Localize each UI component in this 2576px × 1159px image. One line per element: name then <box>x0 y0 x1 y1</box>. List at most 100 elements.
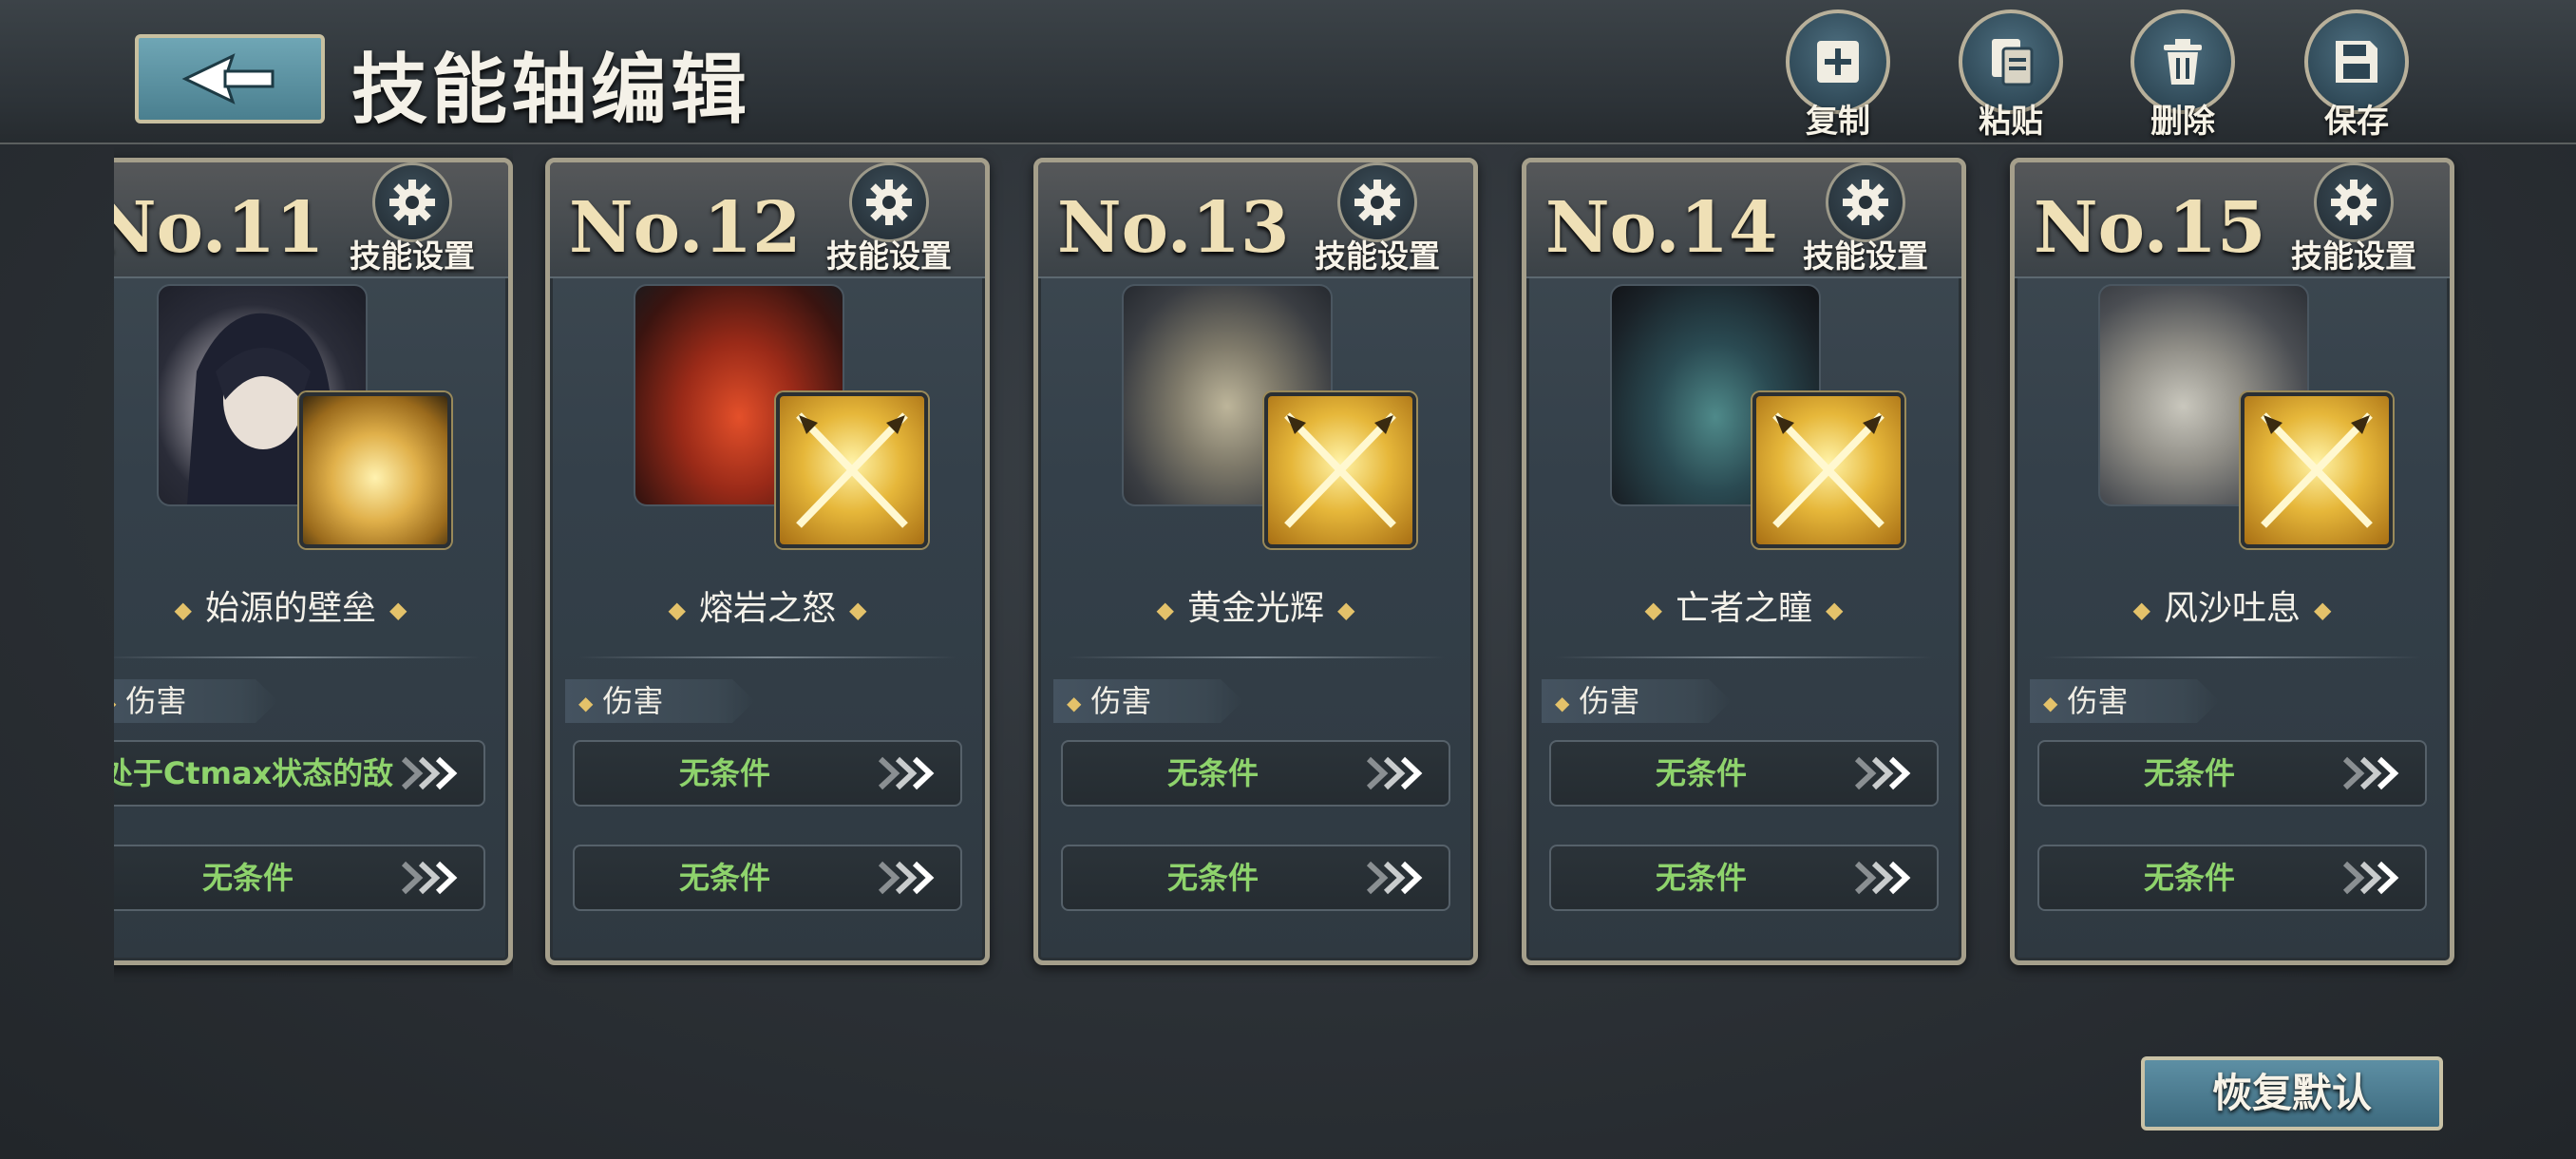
skill-settings-button[interactable]: 技能设置 <box>1785 162 1946 276</box>
skill-settings-label: 技能设置 <box>1803 238 1928 275</box>
diamond-icon: ◆ <box>389 597 407 623</box>
skill-settings-label: 技能设置 <box>1315 238 1440 275</box>
condition-slot-1[interactable]: 处于Ctmax状态的敌 <box>114 740 485 807</box>
condition-text: 无条件 <box>2143 860 2235 896</box>
gear-icon <box>2331 180 2377 225</box>
divider <box>114 656 480 658</box>
crossed-swords-skill-icon <box>2241 392 2393 548</box>
skill-type-tag: ◆伤害 <box>2030 679 2220 723</box>
condition-text: 无条件 <box>1166 860 1259 896</box>
skill-type-tag: ◆伤害 <box>114 679 278 723</box>
skill-settings-button[interactable]: 技能设置 <box>808 162 970 276</box>
diamond-icon: ◆ <box>114 692 116 714</box>
triple-chevron-icon <box>878 756 935 790</box>
triple-chevron-icon <box>1854 756 1911 790</box>
card-number: No.12 <box>569 187 802 269</box>
condition-slot-1[interactable]: 无条件 <box>573 740 962 807</box>
skill-settings-button[interactable]: 技能设置 <box>331 162 493 276</box>
diamond-icon: ◆ <box>1337 597 1355 623</box>
delete-label: 删除 <box>2150 103 2215 141</box>
condition-text: 无条件 <box>1655 755 1747 791</box>
skill-name: 亡者之瞳 <box>1675 589 1812 628</box>
condition-text: 无条件 <box>2143 755 2235 791</box>
diamond-icon: ◆ <box>849 597 867 623</box>
skill-settings-button[interactable]: 技能设置 <box>1297 162 1458 276</box>
skill-settings-label: 技能设置 <box>2291 238 2416 275</box>
skill-card-15[interactable]: No.15 技能设置 ◆ 风沙吐息 ◆ ◆ 伤害 无条件 无条件 <box>2010 158 2454 965</box>
condition-text: 无条件 <box>678 755 770 791</box>
condition-slot-2[interactable]: 无条件 <box>1549 845 1939 911</box>
paste-button[interactable]: 粘贴 <box>1949 10 2073 141</box>
diamond-icon: ◆ <box>668 597 686 623</box>
skill-card-14[interactable]: No.14 技能设置 ◆ 亡者之瞳 ◆ ◆ 伤害 无条件 无条件 <box>1522 158 1966 965</box>
copy-label: 复制 <box>1806 103 1870 141</box>
condition-text: 处于Ctmax状态的敌 <box>114 755 394 791</box>
paste-icon <box>1992 39 2034 86</box>
divider <box>578 656 957 658</box>
card-number: No.15 <box>2034 187 2266 269</box>
triple-chevron-icon <box>2342 756 2399 790</box>
skill-type-tag: ◆伤害 <box>565 679 755 723</box>
skill-name: 黄金光辉 <box>1186 589 1324 628</box>
condition-text: 无条件 <box>1166 755 1259 791</box>
divider <box>2043 656 2421 658</box>
skill-type-tag: ◆伤害 <box>1542 679 1732 723</box>
save-label: 保存 <box>2324 103 2389 141</box>
skill-settings-label: 技能设置 <box>826 238 952 275</box>
floppy-disk-icon <box>2336 41 2377 83</box>
condition-slot-2[interactable]: 无条件 <box>1061 845 1450 911</box>
skill-card-11[interactable]: No.11 技能设置 ◆ 始源的壁垒 ◆ 伤害 处于Ctmax状态的敌 无条件 <box>114 158 513 965</box>
gear-icon <box>1354 180 1400 225</box>
skill-name: 风沙吐息 <box>2163 589 2301 628</box>
trash-icon <box>2164 39 2202 85</box>
condition-text: 无条件 <box>678 860 770 896</box>
triple-chevron-icon <box>1854 861 1911 895</box>
condition-slot-2[interactable]: 无条件 <box>114 845 485 911</box>
condition-slot-2[interactable]: 无条件 <box>2037 845 2427 911</box>
triple-chevron-icon <box>2342 861 2399 895</box>
crossed-swords-skill-icon <box>1264 392 1416 548</box>
diamond-icon: ◆ <box>174 597 192 623</box>
skill-name: 始源的壁垒 <box>204 589 376 628</box>
save-button[interactable]: 保存 <box>2295 10 2418 141</box>
diamond-icon: ◆ <box>2314 597 2332 623</box>
gear-icon <box>1843 180 1888 225</box>
diamond-icon: ◆ <box>2043 692 2058 714</box>
condition-slot-1[interactable]: 无条件 <box>1061 740 1450 807</box>
card-clip-left: No.11 技能设置 ◆ 始源的壁垒 ◆ 伤害 处于Ctmax状态的敌 无条件 <box>114 0 513 1159</box>
divider <box>1067 656 1445 658</box>
diamond-icon: ◆ <box>1156 597 1174 623</box>
delete-button[interactable]: 删除 <box>2121 10 2245 141</box>
triple-chevron-icon <box>1366 861 1423 895</box>
triple-chevron-icon <box>401 756 458 790</box>
skill-icon <box>299 392 451 548</box>
condition-slot-1[interactable]: 无条件 <box>1549 740 1939 807</box>
diamond-icon: ◆ <box>1555 692 1570 714</box>
restore-default-button[interactable]: 恢复默认 <box>2141 1056 2443 1130</box>
skill-settings-button[interactable]: 技能设置 <box>2273 162 2434 276</box>
diamond-icon: ◆ <box>1826 597 1844 623</box>
triple-chevron-icon <box>878 861 935 895</box>
card-number: No.11 <box>114 187 325 269</box>
skill-name: 熔岩之怒 <box>698 589 836 628</box>
triple-chevron-icon <box>1366 756 1423 790</box>
skill-type-tag: ◆伤害 <box>1053 679 1243 723</box>
copy-button[interactable]: 复制 <box>1776 10 1900 141</box>
diamond-icon: ◆ <box>578 692 594 714</box>
divider <box>1555 656 1933 658</box>
card-number: No.14 <box>1545 187 1778 269</box>
gear-icon <box>389 180 435 225</box>
skill-settings-label: 技能设置 <box>350 238 475 275</box>
paste-label: 粘贴 <box>1979 103 2043 141</box>
diamond-icon: ◆ <box>1644 597 1662 623</box>
condition-text: 无条件 <box>1655 860 1747 896</box>
gear-icon <box>866 180 912 225</box>
diamond-icon: ◆ <box>2132 597 2150 623</box>
skill-card-12[interactable]: No.12 技能设置 ◆ 熔岩之怒 ◆ ◆ 伤害 无条件 无条件 <box>545 158 990 965</box>
diamond-icon: ◆ <box>1067 692 1082 714</box>
condition-slot-2[interactable]: 无条件 <box>573 845 962 911</box>
skill-card-13[interactable]: No.13 技能设置 ◆ 黄金光辉 ◆ ◆ 伤害 无条件 无条件 <box>1033 158 1478 965</box>
crossed-swords-skill-icon <box>776 392 928 548</box>
triple-chevron-icon <box>401 861 458 895</box>
condition-slot-1[interactable]: 无条件 <box>2037 740 2427 807</box>
